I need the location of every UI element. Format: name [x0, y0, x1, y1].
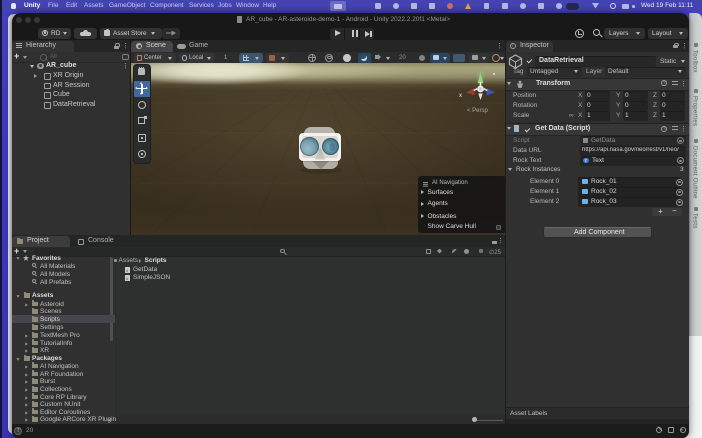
svg-text:z: z — [497, 93, 500, 99]
svg-text:x: x — [459, 93, 462, 99]
